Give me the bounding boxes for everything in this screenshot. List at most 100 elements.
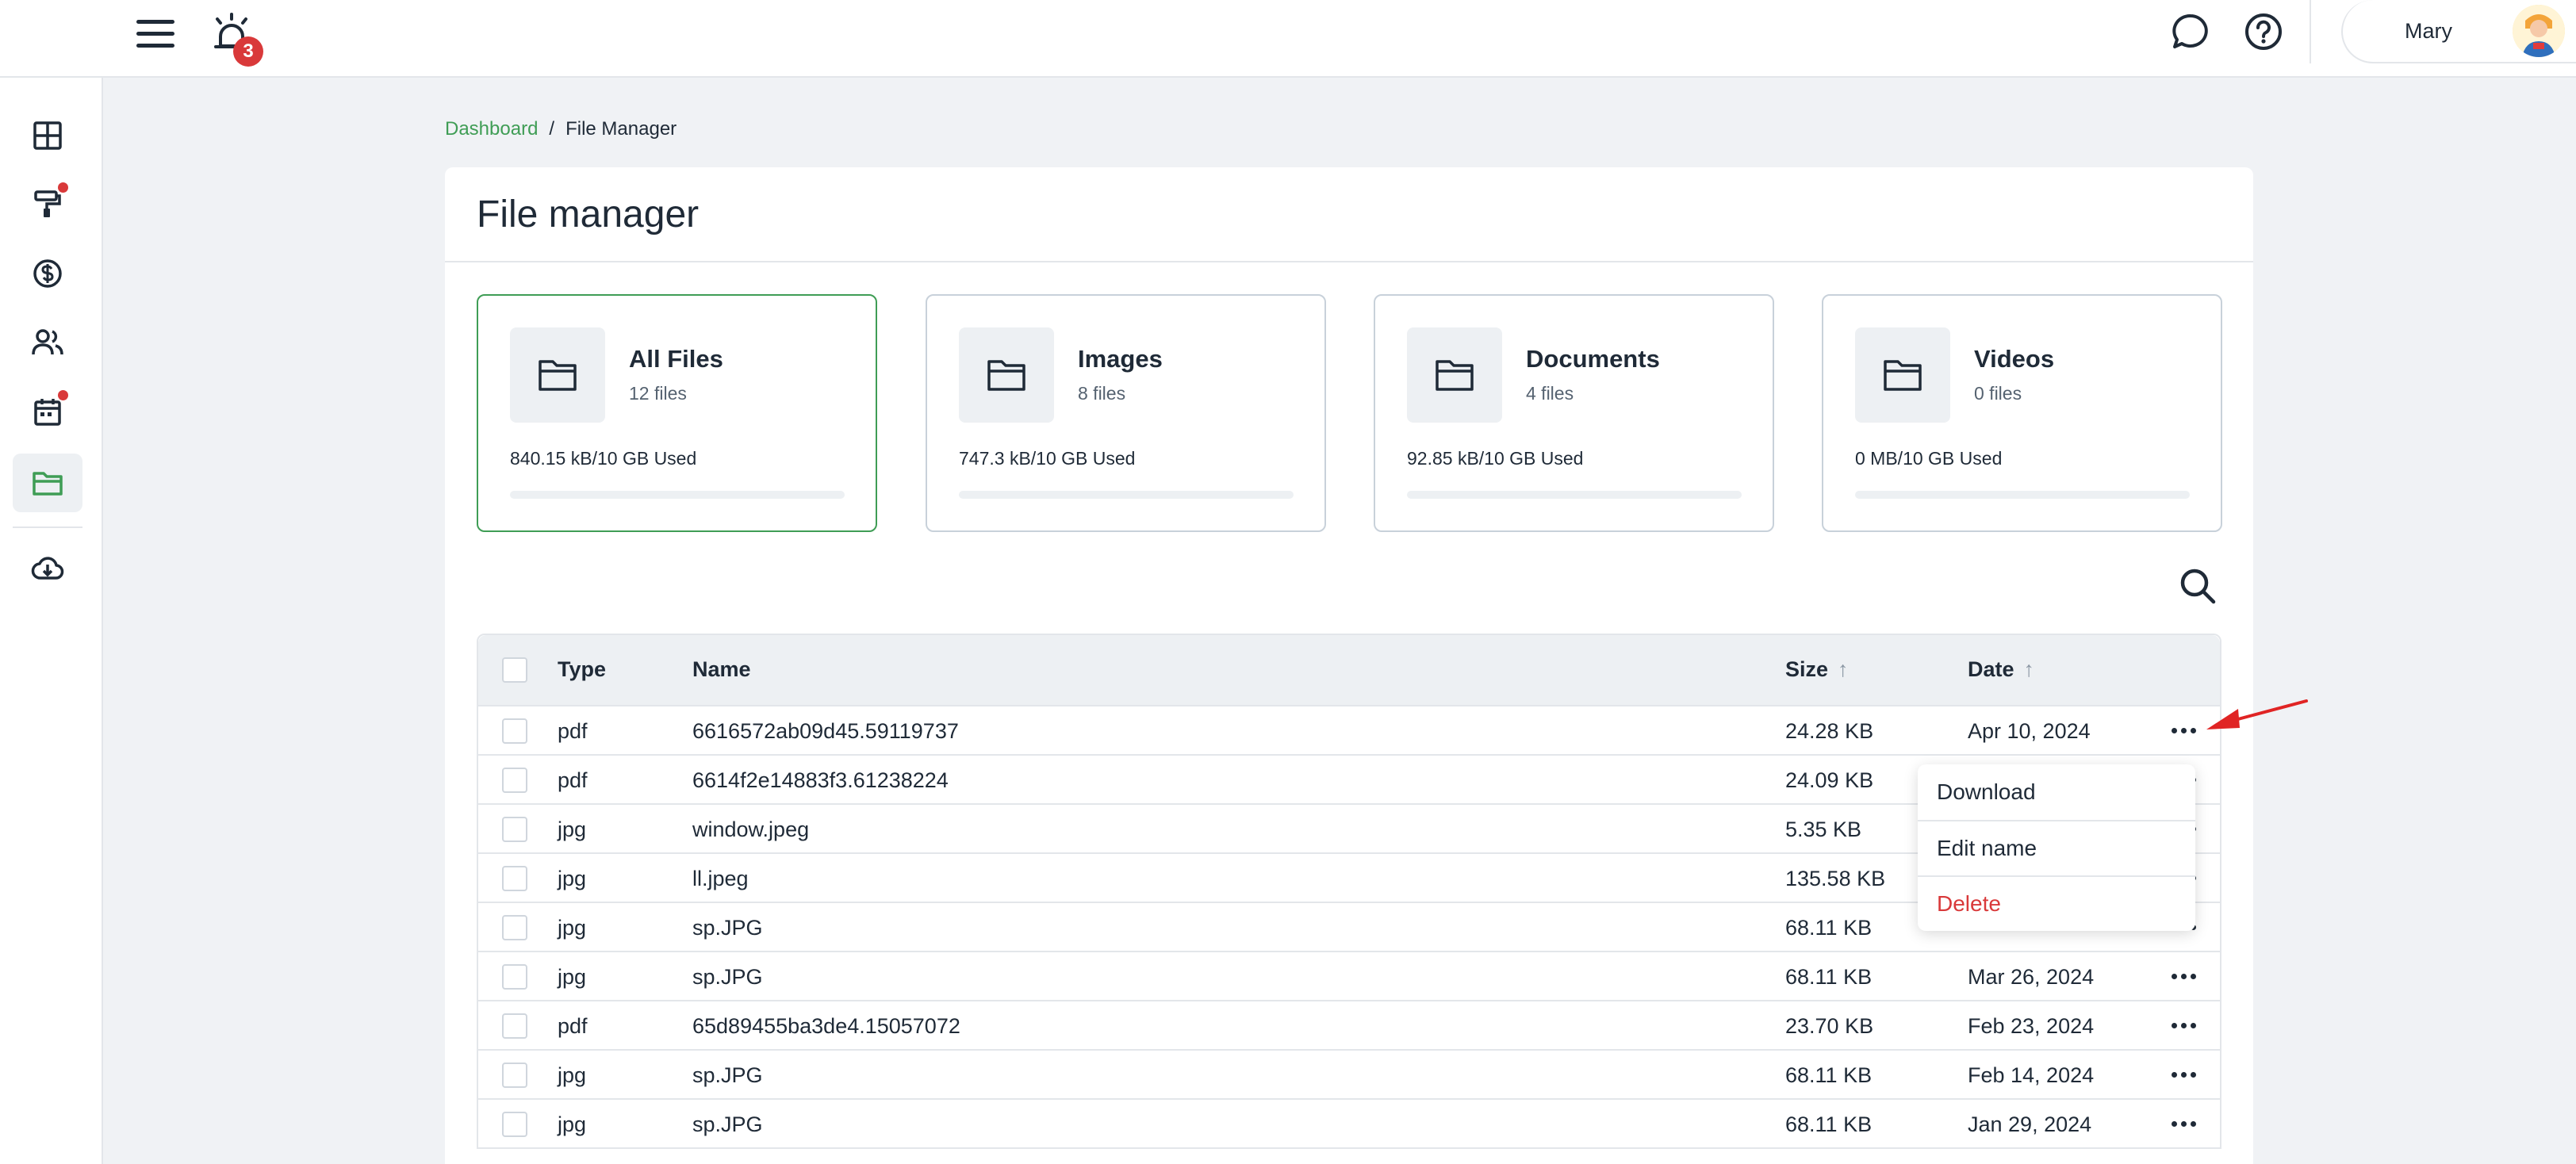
stat-card-images[interactable]: Images 8 files 747.3 kB/10 GB Used [926, 294, 1326, 532]
folder-icon [987, 360, 1025, 391]
cell-size: 5.35 KB [1785, 817, 1862, 841]
stat-used: 92.85 kB/10 GB Used [1407, 448, 1584, 469]
sort-arrow-up-icon[interactable]: ↑ [1838, 657, 1849, 682]
breadcrumb-separator: / [549, 118, 555, 140]
cell-type: jpg [558, 817, 587, 841]
page-title: File manager [477, 193, 700, 235]
stat-card-documents[interactable]: Documents 4 files 92.85 kB/10 GB Used [1374, 294, 1774, 532]
menu-item-edit-name[interactable]: Edit name [1918, 820, 2195, 875]
folder-icon [1884, 360, 1922, 391]
cell-type: jpg [558, 965, 587, 989]
table-row[interactable]: jpg sp.JPG 68.11 KB Mar 26, 2024 [478, 951, 2220, 1000]
sidebar-item-dashboard[interactable] [13, 106, 82, 165]
sidebar-item-users[interactable] [13, 312, 82, 371]
row-checkbox[interactable] [502, 1112, 527, 1137]
row-checkbox[interactable] [502, 915, 527, 940]
stat-card-videos[interactable]: Videos 0 files 0 MB/10 GB Used [1822, 294, 2222, 532]
sort-arrow-up-icon[interactable]: ↑ [2024, 657, 2035, 682]
top-bar: 3 Mary [0, 0, 2576, 78]
cell-size: 24.28 KB [1785, 719, 1874, 743]
more-actions-icon[interactable] [2166, 718, 2201, 743]
cell-size: 135.58 KB [1785, 867, 1886, 890]
column-header-date-label: Date [1968, 657, 2014, 681]
stat-title: All Files [629, 345, 723, 373]
sidebar-item-finance[interactable] [13, 244, 82, 303]
sidebar-item-calendar[interactable] [13, 382, 82, 441]
breadcrumb-dashboard-link[interactable]: Dashboard [445, 118, 538, 140]
cell-name: sp.JPG [692, 965, 763, 989]
users-icon [32, 329, 63, 355]
usage-bar [1407, 491, 1742, 499]
paint-roller-icon [34, 190, 61, 217]
cell-type: pdf [558, 768, 588, 792]
stat-used: 747.3 kB/10 GB Used [959, 448, 1136, 469]
cell-date: Mar 26, 2024 [1968, 965, 2095, 989]
cell-name: sp.JPG [692, 1063, 763, 1087]
select-all-checkbox[interactable] [502, 657, 527, 683]
more-actions-icon[interactable] [2166, 1111, 2201, 1136]
row-checkbox[interactable] [502, 866, 527, 891]
cell-name: 65d89455ba3de4.15057072 [692, 1014, 960, 1038]
sidebar-item-download[interactable] [13, 539, 82, 598]
stat-card-all-files[interactable]: All Files 12 files 840.15 kB/10 GB Used [477, 294, 877, 532]
cell-date: Feb 23, 2024 [1968, 1014, 2095, 1038]
stat-icon-box [959, 327, 1054, 423]
cell-date: Feb 14, 2024 [1968, 1063, 2095, 1087]
menu-icon[interactable] [136, 14, 174, 52]
stat-icon-box [510, 327, 605, 423]
sidebar [0, 78, 103, 1164]
folder-icon [33, 472, 63, 496]
more-actions-icon[interactable] [2166, 1062, 2201, 1087]
table-row[interactable]: pdf 65d89455ba3de4.15057072 23.70 KB Feb 23… [478, 1000, 2220, 1049]
chat-icon[interactable] [2170, 11, 2211, 52]
column-header-size[interactable]: Size ↑ [1785, 657, 1849, 682]
table-row[interactable]: jpg sp.JPG 68.11 KB Feb 14, 2024 [478, 1049, 2220, 1098]
menu-item-delete[interactable]: Delete [1918, 875, 2195, 931]
menu-item-download[interactable]: Download [1918, 764, 2195, 820]
column-header-type[interactable]: Type [558, 657, 606, 682]
usage-bar [959, 491, 1294, 499]
column-header-size-label: Size [1785, 657, 1829, 681]
user-menu[interactable]: Mary [2341, 0, 2576, 63]
cell-type: jpg [558, 867, 587, 890]
sidebar-item-services[interactable] [13, 174, 82, 233]
row-checkbox[interactable] [502, 1063, 527, 1088]
calendar-icon [34, 399, 61, 426]
search-icon[interactable] [2177, 565, 2218, 607]
row-checkbox[interactable] [502, 768, 527, 793]
column-header-date[interactable]: Date ↑ [1968, 657, 2034, 682]
file-manager-card: File manager All Files 12 files 840.15 k… [445, 167, 2253, 1164]
cell-type: jpg [558, 1112, 587, 1136]
row-actions-menu: Download Edit name Delete [1918, 764, 2195, 931]
cell-size: 68.11 KB [1785, 965, 1873, 989]
cell-size: 23.70 KB [1785, 1014, 1874, 1038]
help-icon[interactable] [2243, 11, 2284, 52]
row-checkbox[interactable] [502, 1013, 527, 1039]
cell-type: pdf [558, 1014, 588, 1038]
cell-name: 6616572ab09d45.59119737 [692, 719, 959, 743]
cell-size: 24.09 KB [1785, 768, 1874, 792]
table-row[interactable]: pdf 6616572ab09d45.59119737 24.28 KB Apr 10… [478, 705, 2220, 754]
folder-icon [539, 360, 577, 391]
cell-type: pdf [558, 719, 588, 743]
alert-dot [58, 182, 68, 193]
stat-count: 12 files [629, 383, 687, 404]
row-checkbox[interactable] [502, 718, 527, 744]
table-row[interactable]: jpg sp.JPG 68.11 KB Jan 29, 2024 [478, 1098, 2220, 1147]
row-checkbox[interactable] [502, 964, 527, 990]
stat-count: 4 files [1526, 383, 1574, 404]
user-name: Mary [2405, 19, 2452, 43]
column-header-name[interactable]: Name [692, 657, 751, 682]
cell-name: sp.JPG [692, 916, 763, 940]
sidebar-item-file-manager[interactable] [13, 454, 82, 512]
more-actions-icon[interactable] [2166, 963, 2201, 989]
breadcrumb: Dashboard / File Manager [445, 118, 677, 140]
stat-count: 8 files [1078, 383, 1126, 404]
usage-bar [510, 491, 845, 499]
cell-size: 68.11 KB [1785, 916, 1873, 940]
alert-dot [58, 390, 68, 400]
stat-used: 0 MB/10 GB Used [1855, 448, 2003, 469]
row-checkbox[interactable] [502, 817, 527, 842]
more-actions-icon[interactable] [2166, 1013, 2201, 1038]
topbar-divider [2310, 0, 2311, 63]
